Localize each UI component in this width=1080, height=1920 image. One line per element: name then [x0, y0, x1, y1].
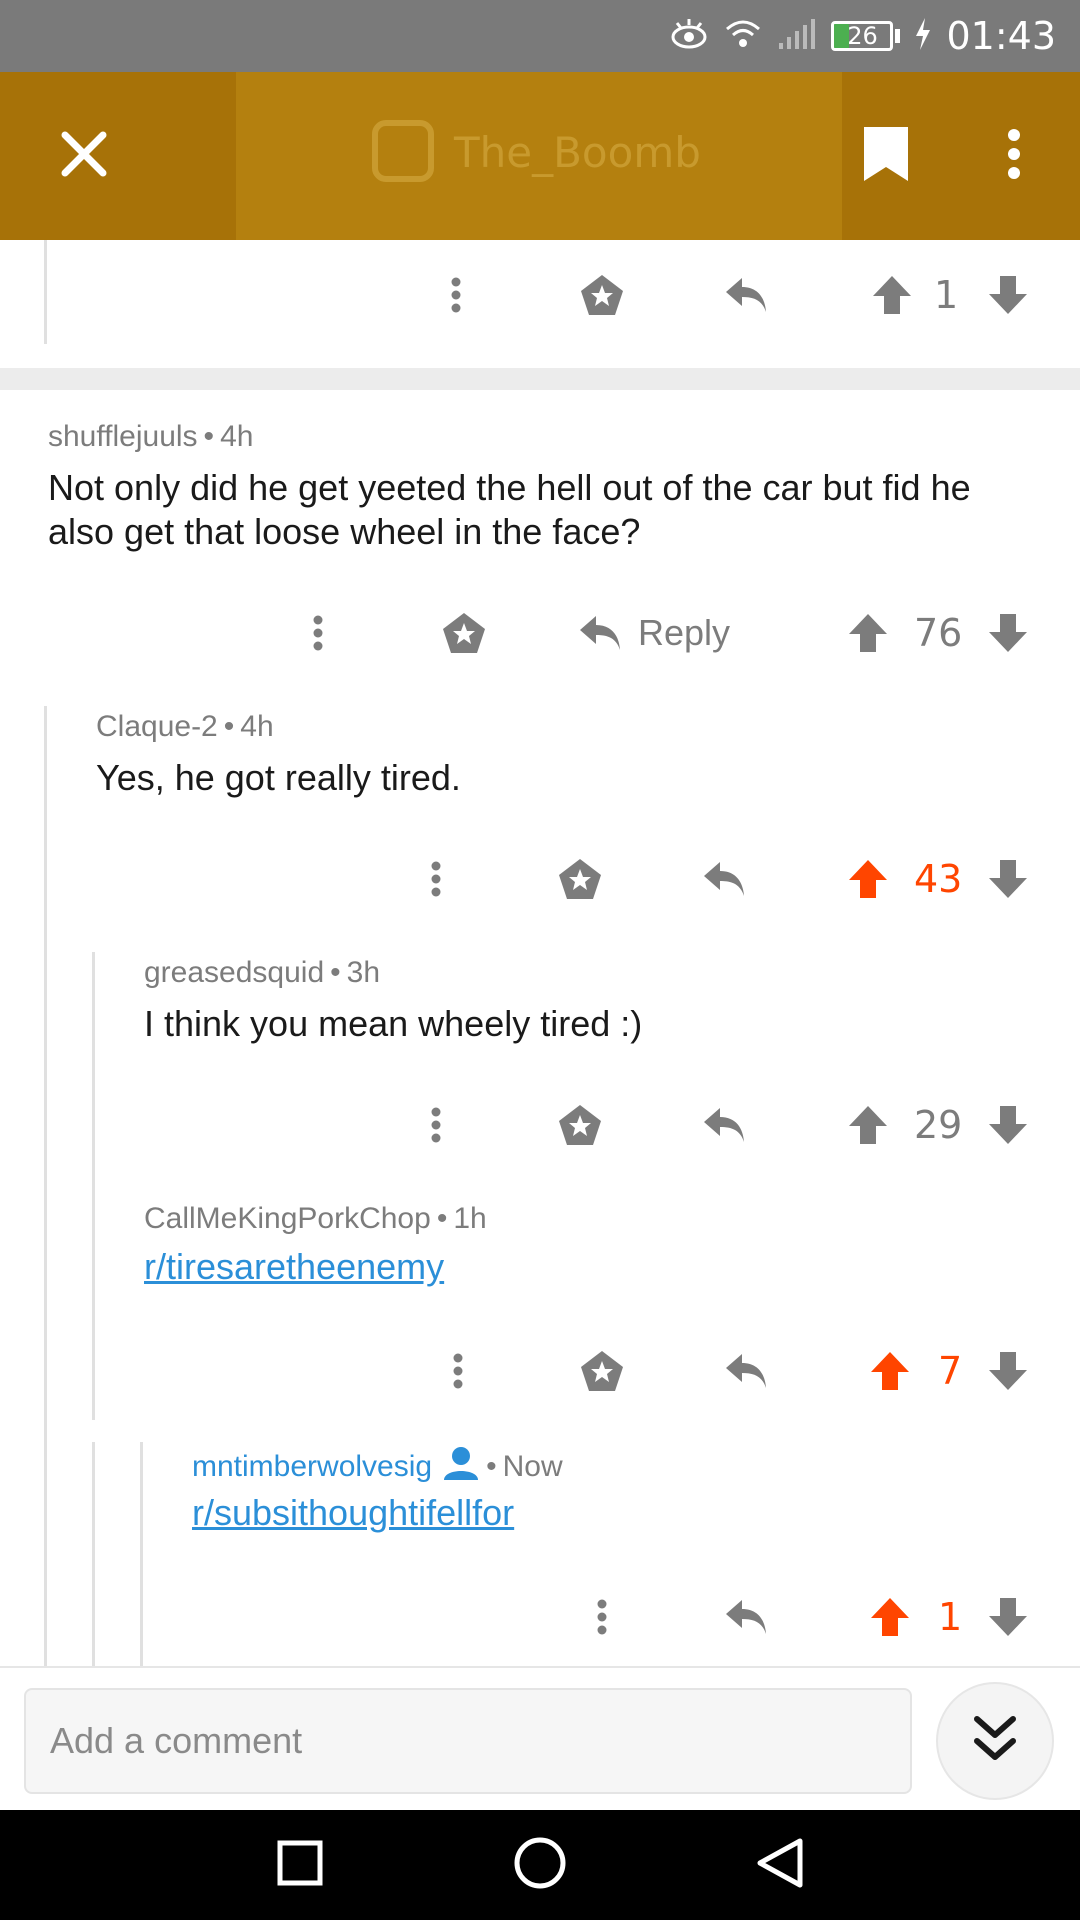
upvote-button[interactable] [862, 1336, 918, 1406]
more-button[interactable] [288, 598, 348, 668]
reply-button[interactable] [716, 1336, 776, 1406]
award-button[interactable] [550, 844, 610, 914]
subreddit-link[interactable]: r/tiresaretheenemy [144, 1246, 444, 1288]
reply-button[interactable] [716, 260, 776, 330]
vote-count: 7 [938, 1349, 963, 1393]
post-media-thumbnail[interactable]: The_Boomb [236, 72, 842, 240]
reply-button[interactable] [694, 844, 754, 914]
add-comment-input[interactable]: Add a comment [24, 1688, 912, 1794]
comment-author[interactable]: CallMeKingPorkChop [144, 1202, 431, 1235]
add-comment-placeholder: Add a comment [50, 1720, 303, 1761]
battery-nub [895, 29, 901, 43]
double-chevron-down-icon [971, 1713, 1019, 1769]
vote-count: 29 [914, 1103, 963, 1147]
comment-actions: 1 [0, 260, 1080, 330]
user-icon [442, 1446, 480, 1488]
comment-body: I think you mean wheely tired :) [144, 1003, 643, 1044]
eye-comfort-icon [669, 17, 709, 55]
reply-button[interactable] [694, 1090, 754, 1160]
comment-divider [0, 368, 1080, 390]
comment-age: 4h [240, 710, 274, 743]
comment-age: Now [502, 1450, 563, 1483]
close-icon [59, 129, 109, 183]
save-button[interactable] [826, 72, 946, 240]
triangle-back-icon [756, 1837, 804, 1893]
square-icon [277, 1840, 323, 1890]
comment-actions: 29 [0, 1090, 1080, 1160]
more-button[interactable] [406, 1090, 466, 1160]
comment-actions: 7 [0, 1336, 1080, 1406]
upvote-button[interactable] [862, 1582, 918, 1652]
downvote-button[interactable] [980, 260, 1036, 330]
comment-meta: mntimberwolvesig • Now [192, 1446, 563, 1488]
comment-author[interactable]: greasedsquid [144, 956, 324, 989]
camera-logo-icon [372, 120, 434, 182]
comment-age: 3h [346, 956, 381, 989]
downvote-button[interactable] [980, 1582, 1036, 1652]
downvote-button[interactable] [980, 1090, 1036, 1160]
comment-body: Yes, he got really tired. [96, 757, 461, 798]
charging-icon [914, 18, 932, 54]
comment-meta: greasedsquid • 3h [144, 956, 381, 989]
downvote-button[interactable] [980, 844, 1036, 914]
home-button[interactable] [480, 1810, 600, 1920]
recents-button[interactable] [240, 1810, 360, 1920]
circle-icon [514, 1837, 566, 1893]
comment-age: 4h [220, 420, 254, 453]
signal-icon [777, 17, 817, 55]
comment-actions: Reply 76 [0, 598, 1080, 668]
upvote-button[interactable] [840, 598, 896, 668]
more-options-button[interactable] [954, 72, 1074, 240]
wifi-icon [723, 17, 763, 55]
award-button[interactable] [550, 1090, 610, 1160]
downvote-button[interactable] [980, 598, 1036, 668]
award-button[interactable] [572, 1336, 632, 1406]
status-bar: 26 01:43 [0, 0, 1080, 72]
comment-author[interactable]: Claque-2 [96, 710, 218, 743]
comment-author[interactable]: shufflejuuls [48, 420, 198, 453]
award-button[interactable] [572, 260, 632, 330]
award-button[interactable] [434, 598, 494, 668]
comment-body: Not only did he get yeeted the hell out … [48, 467, 971, 552]
vote-count: 76 [914, 611, 963, 655]
reply-button[interactable]: Reply [578, 598, 758, 668]
vote-count: 1 [934, 273, 959, 317]
vote-count: 1 [938, 1595, 963, 1639]
comment-author[interactable]: mntimberwolvesig [192, 1450, 432, 1484]
vote-count: 43 [914, 857, 963, 901]
upvote-button[interactable] [840, 1090, 896, 1160]
bookmark-icon [860, 123, 912, 189]
upvote-button[interactable] [864, 260, 920, 330]
system-nav-bar [0, 1810, 1080, 1920]
more-button[interactable] [426, 260, 486, 330]
status-time: 01:43 [946, 14, 1056, 58]
back-button[interactable] [720, 1810, 840, 1920]
comment-composer: Add a comment [0, 1666, 1080, 1810]
more-button[interactable] [428, 1336, 488, 1406]
more-button[interactable] [572, 1582, 632, 1652]
reply-button[interactable] [716, 1582, 776, 1652]
battery-icon: 26 [831, 21, 894, 51]
comment-age: 1h [453, 1202, 487, 1235]
post-header: The_Boomb [0, 72, 1080, 240]
more-vertical-icon [1007, 128, 1021, 184]
comment-actions: 1 [0, 1582, 1080, 1652]
comment-meta: Claque-2 • 4h [96, 710, 274, 743]
subreddit-link[interactable]: r/subsithoughtifellfor [192, 1492, 514, 1534]
upvote-button[interactable] [840, 844, 896, 914]
next-comment-button[interactable] [936, 1682, 1054, 1800]
comment-actions: 43 [0, 844, 1080, 914]
comment-feed[interactable]: 1 shufflejuuls • 4h Not only did he get ye… [0, 240, 1080, 1666]
downvote-button[interactable] [980, 1336, 1036, 1406]
media-title: The_Boomb [454, 128, 701, 177]
close-button[interactable] [24, 72, 144, 240]
comment-meta: CallMeKingPorkChop • 1h [144, 1202, 487, 1235]
more-button[interactable] [406, 844, 466, 914]
comment-meta: shufflejuuls • 4h [48, 420, 254, 453]
reply-label: Reply [638, 612, 731, 653]
